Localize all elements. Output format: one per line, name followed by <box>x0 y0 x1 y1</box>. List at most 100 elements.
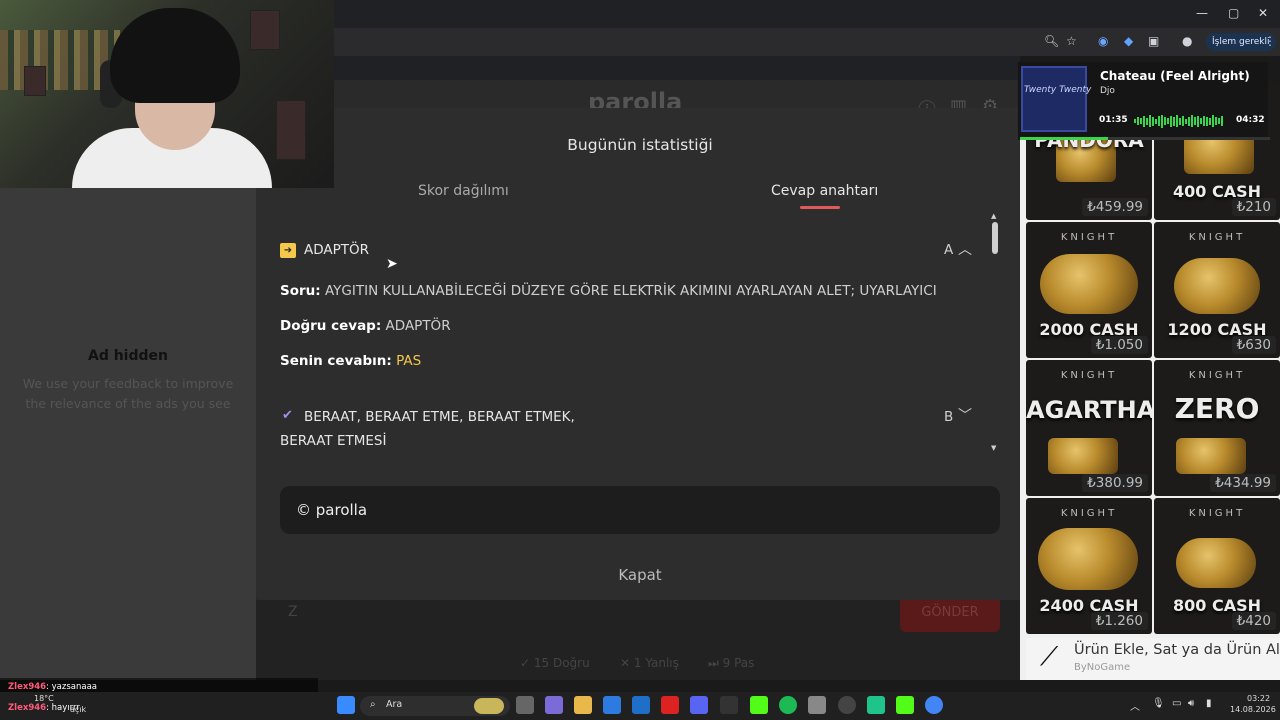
app-icon[interactable] <box>720 696 738 714</box>
start-button-icon[interactable] <box>337 696 355 714</box>
question-line: Soru: AYGITIN KULLANABİLECEĞİ DÜZEYE GÖR… <box>280 283 937 299</box>
product-price: ₺1.050 <box>1090 336 1148 354</box>
promo-title[interactable]: Ürün Ekle, Sat ya da Ürün Al <box>1074 642 1280 658</box>
product-brand: KNIGHT <box>1188 508 1246 519</box>
kick-icon[interactable] <box>896 696 914 714</box>
waveform-bar <box>1134 119 1136 123</box>
minimize-button[interactable]: — <box>1196 6 1208 20</box>
answer-input-letter[interactable]: Z <box>288 604 298 620</box>
waveform-bar <box>1179 117 1181 125</box>
close-button[interactable]: Kapat <box>256 566 1024 584</box>
chevron-up-icon[interactable]: ︿ <box>958 239 972 259</box>
product-name: ZERO <box>1174 392 1260 425</box>
gold-coins-image <box>1174 258 1260 314</box>
answer-word-a[interactable]: ADAPTÖR <box>304 242 369 258</box>
waveform-bar <box>1188 116 1190 126</box>
tab-answer-key[interactable]: Cevap anahtarı <box>771 183 878 199</box>
mouse-cursor-icon: ➤ <box>386 256 398 272</box>
network-icon[interactable]: ▭ <box>1172 698 1181 709</box>
discord-icon[interactable] <box>690 696 708 714</box>
file-explorer-icon[interactable] <box>574 696 592 714</box>
product-brand: KNIGHT <box>1060 232 1118 243</box>
product-price: ₺380.99 <box>1082 474 1148 492</box>
app-icon[interactable] <box>867 696 885 714</box>
waveform-bar <box>1161 114 1163 128</box>
kick-play-icon[interactable] <box>750 696 768 714</box>
correct-answer-label: Doğru cevap: <box>280 318 382 334</box>
check-icon: ✔ <box>282 408 293 423</box>
product-price: ₺1.260 <box>1090 612 1148 630</box>
profile-icon[interactable]: ● <box>1182 34 1192 48</box>
active-tab-indicator <box>800 206 840 209</box>
microphone-icon[interactable]: 🎙︎ <box>1152 698 1165 709</box>
webcam-overlay <box>0 0 334 188</box>
product-card[interactable]: KNIGHT ZERO ₺434.99 <box>1154 360 1280 496</box>
waveform-bar <box>1137 117 1139 125</box>
waveform-bar <box>1140 118 1142 124</box>
audio-waveform <box>1134 114 1228 128</box>
product-brand: KNIGHT <box>1188 232 1246 243</box>
search-highlight-icon <box>474 698 504 714</box>
chevron-down-icon[interactable]: ﹀ <box>958 405 972 425</box>
waveform-bar <box>1155 118 1157 124</box>
star-icon[interactable]: ☆ <box>1066 34 1077 48</box>
arrow-right-icon: ➜ <box>280 243 296 258</box>
scroll-up-arrow[interactable]: ▲ <box>991 212 996 220</box>
correct-answer-text: ADAPTÖR <box>385 318 451 334</box>
album-art <box>1021 66 1087 132</box>
waveform-bar <box>1170 115 1172 127</box>
product-card[interactable]: KNIGHT 2000 CASH ₺1.050 <box>1026 222 1152 358</box>
waveform-bar <box>1191 115 1193 127</box>
puzzle-icon[interactable]: ▣ <box>1148 34 1159 48</box>
extension-icon[interactable]: ◉ <box>1098 34 1108 48</box>
waveform-bar <box>1167 118 1169 124</box>
ad-panel <box>0 188 256 680</box>
maximize-button[interactable]: ▢ <box>1228 6 1239 20</box>
battery-icon[interactable]: ▮ <box>1206 698 1212 709</box>
product-card[interactable]: KNIGHT 1200 CASH ₺630 <box>1154 222 1280 358</box>
product-price: ₺630 <box>1231 336 1276 354</box>
waveform-bar <box>1149 115 1151 127</box>
shield-icon[interactable]: ◆ <box>1124 34 1133 48</box>
volume-icon[interactable]: 🔊︎ <box>1188 698 1194 709</box>
product-card[interactable]: KNIGHT AGARTHA ₺380.99 <box>1026 360 1152 496</box>
tab-score-distribution[interactable]: Skor dağılımı <box>418 183 509 199</box>
chat-text: : yazsanaaa <box>46 682 97 692</box>
scroll-down-arrow[interactable]: ▼ <box>991 444 996 452</box>
your-answer-line: Senin cevabın: PAS <box>280 353 421 369</box>
product-card[interactable]: KNIGHT 800 CASH ₺420 <box>1154 498 1280 634</box>
pass-count: ⏭ 9 Pas <box>708 656 755 670</box>
waveform-bar <box>1152 116 1154 126</box>
app-l-icon[interactable] <box>661 696 679 714</box>
clock-date[interactable]: 14.08.2026 <box>1230 705 1276 714</box>
product-price: ₺434.99 <box>1210 474 1276 492</box>
bookmarks-bar <box>330 56 1020 80</box>
task-view-icon[interactable] <box>516 696 534 714</box>
chat-username: Zlex946 <box>8 703 47 713</box>
close-window-button[interactable]: ✕ <box>1258 6 1268 20</box>
scrollbar-thumb[interactable] <box>992 222 998 254</box>
obs-icon[interactable] <box>838 696 856 714</box>
app-icon[interactable] <box>808 696 826 714</box>
clock-time[interactable]: 03:22 <box>1247 694 1270 703</box>
product-price: ₺210 <box>1231 198 1276 216</box>
menu-icon[interactable]: ⋮ <box>1264 34 1276 48</box>
answer-word-b-line1[interactable]: BERAAT, BERAAT ETME, BERAAT ETMEK, <box>304 409 575 425</box>
waveform-bar <box>1215 117 1217 125</box>
weather-temp[interactable]: 18°C <box>34 694 54 703</box>
store-icon[interactable] <box>603 696 621 714</box>
mail-icon[interactable] <box>632 696 650 714</box>
waveform-bar <box>1209 117 1211 125</box>
zoom-icon[interactable]: 🔍︎ <box>1044 34 1059 48</box>
answer-word-b-line2[interactable]: BERAAT ETMESİ <box>280 433 386 449</box>
address-bar[interactable] <box>330 28 1280 56</box>
wall-poster <box>24 66 46 96</box>
spotify-icon[interactable] <box>779 696 797 714</box>
waveform-bar <box>1203 116 1205 126</box>
widgets-icon[interactable] <box>545 696 563 714</box>
product-card[interactable]: KNIGHT 2400 CASH ₺1.260 <box>1026 498 1152 634</box>
waveform-bar <box>1164 117 1166 125</box>
chrome-icon[interactable] <box>925 696 943 714</box>
tray-chevron-icon[interactable]: ︿ <box>1130 698 1140 713</box>
waveform-bar <box>1176 115 1178 127</box>
